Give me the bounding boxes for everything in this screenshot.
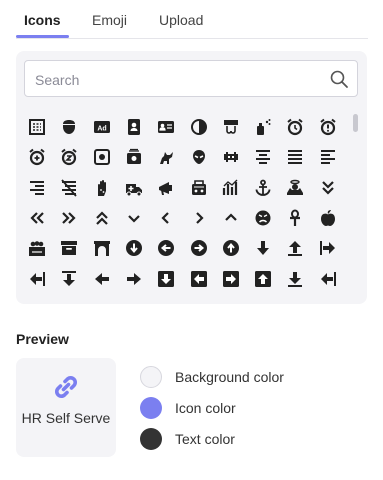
angle-right-icon[interactable] (189, 208, 209, 228)
icon-grid: Ad (16, 51, 367, 304)
arrow-alt-square-right-icon[interactable] (221, 269, 241, 289)
album-icon[interactable] (92, 147, 112, 167)
alicorn-icon[interactable] (156, 147, 176, 167)
arrow-alt-from-left-icon[interactable] (318, 238, 338, 258)
alarm-exclamation-icon[interactable] (318, 117, 338, 137)
align-justify-icon[interactable] (285, 147, 305, 167)
anchor-icon[interactable] (253, 178, 273, 198)
angle-left-icon[interactable] (156, 208, 176, 228)
align-right-icon[interactable] (27, 178, 47, 198)
acorn-icon[interactable] (59, 117, 79, 137)
text-color-label: Text color (175, 431, 235, 447)
arrow-alt-from-bottom-icon[interactable] (285, 238, 305, 258)
arrow-alt-to-bottom-icon[interactable] (285, 269, 305, 289)
ad-icon[interactable]: Ad (92, 117, 112, 137)
angel-icon[interactable] (285, 178, 305, 198)
tab-icons[interactable]: Icons (24, 12, 61, 28)
text-color-swatch[interactable] (140, 428, 162, 450)
arrow-alt-from-right-icon[interactable] (27, 269, 47, 289)
arrow-alt-right-icon[interactable] (124, 269, 144, 289)
angle-double-right-icon[interactable] (59, 208, 79, 228)
svg-text:Ad: Ad (97, 126, 106, 133)
aerosol-icon[interactable] (253, 117, 273, 137)
scrollbar-thumb[interactable] (353, 114, 358, 132)
alarm-clock-icon[interactable] (285, 117, 305, 137)
arrow-alt-from-top-icon[interactable] (59, 269, 79, 289)
alarm-plus-icon[interactable] (27, 147, 47, 167)
analytics-icon[interactable] (221, 178, 241, 198)
address-book-icon[interactable] (124, 117, 144, 137)
align-slash-icon[interactable] (59, 178, 79, 198)
active-tab-indicator (16, 35, 69, 38)
arrow-alt-circle-left-icon[interactable] (156, 238, 176, 258)
arrow-alt-circle-right-icon[interactable] (189, 238, 209, 258)
angry-icon[interactable] (253, 208, 273, 228)
archway-icon[interactable] (92, 238, 112, 258)
angle-up-icon[interactable] (221, 208, 241, 228)
arrow-alt-circle-up-icon[interactable] (221, 238, 241, 258)
angle-double-up-icon[interactable] (92, 208, 112, 228)
air-freshener-icon[interactable] (221, 117, 241, 137)
ankh-icon[interactable] (285, 208, 305, 228)
album-collection-icon[interactable] (124, 147, 144, 167)
tab-emoji[interactable]: Emoji (92, 12, 127, 28)
icon-picker-panel: Ad (16, 51, 367, 304)
preview-heading: Preview (16, 331, 69, 347)
arrow-alt-square-up-icon[interactable] (253, 269, 273, 289)
adjust-icon[interactable] (189, 117, 209, 137)
background-color-label: Background color (175, 369, 284, 385)
alien-monster-icon[interactable] (221, 147, 241, 167)
angle-double-down-icon[interactable] (318, 178, 338, 198)
tab-bar: Icons Emoji Upload (16, 0, 368, 39)
arrow-alt-circle-down-icon[interactable] (124, 238, 144, 258)
alarm-snooze-icon[interactable] (59, 147, 79, 167)
megaphone-icon[interactable] (156, 178, 176, 198)
align-center-icon[interactable] (253, 147, 273, 167)
align-left-icon[interactable] (318, 147, 338, 167)
background-color-swatch[interactable] (140, 366, 162, 388)
angle-double-left-icon[interactable] (27, 208, 47, 228)
apple-alt-icon[interactable] (318, 208, 338, 228)
preview-card: HR Self Serve (16, 358, 116, 457)
arrow-alt-square-left-icon[interactable] (189, 269, 209, 289)
address-card-icon[interactable] (156, 117, 176, 137)
icon-color-swatch[interactable] (140, 397, 162, 419)
link-icon (55, 376, 77, 398)
preview-app-name: HR Self Serve (21, 410, 111, 426)
archive-icon[interactable] (59, 238, 79, 258)
arrow-alt-down-icon[interactable] (253, 238, 273, 258)
arrow-alt-square-down-icon[interactable] (156, 269, 176, 289)
tab-upload[interactable]: Upload (159, 12, 203, 28)
ambulance-icon[interactable] (124, 178, 144, 198)
angle-down-icon[interactable] (124, 208, 144, 228)
abacus-icon[interactable] (27, 117, 47, 137)
allergies-icon[interactable] (92, 178, 112, 198)
apple-crate-icon[interactable] (27, 238, 47, 258)
arrow-alt-left-icon[interactable] (92, 269, 112, 289)
alien-icon[interactable] (189, 147, 209, 167)
arrow-alt-to-left-icon[interactable] (318, 269, 338, 289)
amp-guitar-icon[interactable] (189, 178, 209, 198)
icon-color-label: Icon color (175, 400, 236, 416)
